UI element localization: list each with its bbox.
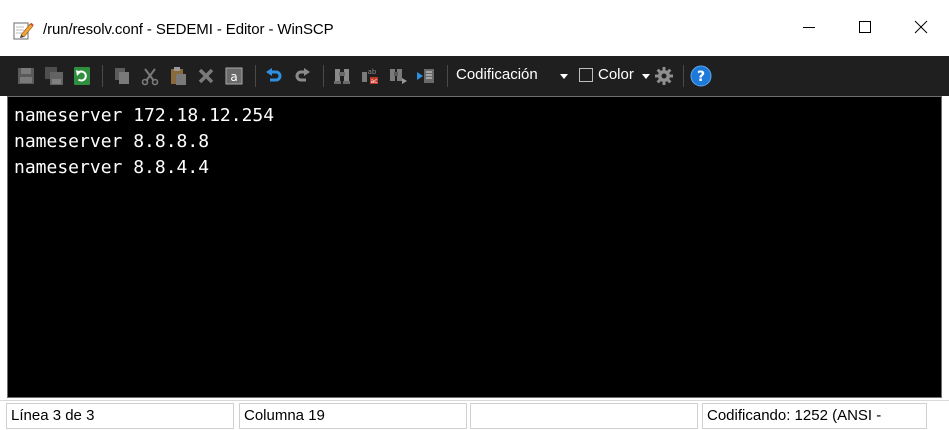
status-line: Línea 3 de 3 (6, 403, 234, 429)
close-button[interactable] (893, 0, 949, 56)
save-all-icon[interactable] (43, 65, 65, 87)
color-menu-label[interactable]: Color (598, 66, 634, 83)
undo-icon[interactable] (263, 65, 285, 87)
save-icon[interactable] (15, 65, 37, 87)
minimize-button[interactable] (781, 0, 837, 56)
winscp-editor-window: /run/resolv.conf - SEDEMI - Editor - Win… (0, 0, 949, 430)
toolbar-separator (323, 65, 324, 87)
toolbar-separator (683, 65, 684, 87)
editor-line[interactable]: nameserver 172.18.12.254 (14, 103, 274, 129)
delete-icon[interactable] (195, 65, 217, 87)
color-checkbox[interactable] (579, 68, 593, 82)
editor-line[interactable]: nameserver 8.8.4.4 (14, 155, 209, 181)
settings-icon[interactable] (653, 65, 675, 87)
chevron-down-icon[interactable] (560, 74, 568, 79)
reload-icon[interactable] (71, 65, 93, 87)
svg-text:ac: ac (371, 78, 378, 85)
redo-icon[interactable] (291, 65, 313, 87)
svg-text:?: ? (697, 69, 705, 85)
chevron-down-icon[interactable] (642, 74, 650, 79)
status-bar: Línea 3 de 3 Columna 19 Codificando: 125… (0, 400, 949, 430)
find-icon[interactable] (331, 65, 353, 87)
replace-icon[interactable]: ab ac (359, 65, 381, 87)
svg-text:ab: ab (368, 68, 377, 76)
goto-line-icon[interactable] (415, 65, 437, 87)
svg-text:a: a (230, 70, 237, 84)
editor-line[interactable]: nameserver 8.8.8.8 (14, 129, 209, 155)
edit-document-icon (12, 20, 34, 42)
maximize-button[interactable] (837, 0, 893, 56)
help-icon[interactable]: ? (690, 65, 712, 87)
toolbar-separator (255, 65, 256, 87)
toolbar-separator (102, 65, 103, 87)
maximize-icon (858, 19, 872, 38)
status-empty (470, 403, 698, 429)
cut-icon[interactable] (139, 65, 161, 87)
close-icon (914, 19, 928, 38)
status-column: Columna 19 (239, 403, 467, 429)
status-encoding: Codificando: 1252 (ANSI - (702, 403, 927, 429)
find-next-icon[interactable] (387, 65, 409, 87)
select-all-icon[interactable]: a (223, 65, 245, 87)
minimize-icon (802, 19, 816, 38)
paste-icon[interactable] (167, 65, 189, 87)
title-bar[interactable]: /run/resolv.conf - SEDEMI - Editor - Win… (0, 0, 949, 56)
text-editor[interactable]: nameserver 172.18.12.254 nameserver 8.8.… (7, 96, 942, 398)
toolbar: a ab ac Codificación Color ? (0, 56, 949, 96)
window-title: /run/resolv.conf - SEDEMI - Editor - Win… (43, 21, 334, 38)
copy-icon[interactable] (111, 65, 133, 87)
encoding-menu-label[interactable]: Codificación (456, 66, 538, 83)
toolbar-separator (447, 65, 448, 87)
